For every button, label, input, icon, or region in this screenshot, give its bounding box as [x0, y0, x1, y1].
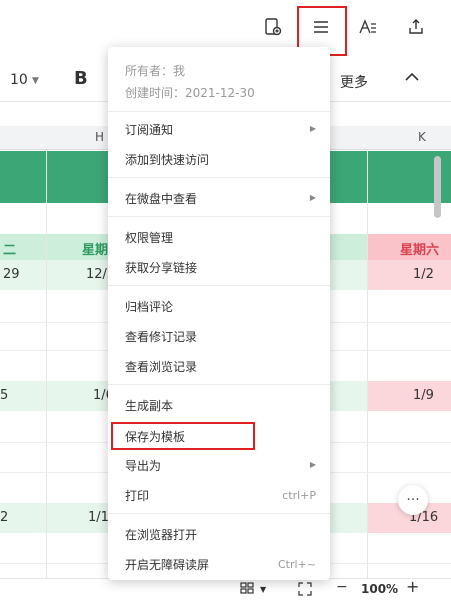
document-menu: 所有者：我 创建时间：2021-12-30 订阅通知 ▶ 添加到快速访问 在微盘… [108, 47, 330, 580]
date-cell[interactable]: 5 [0, 388, 8, 403]
menu-item-share-link[interactable]: 获取分享链接 [108, 253, 330, 281]
date-cell[interactable]: 1/1 [88, 510, 109, 525]
weekday-cell[interactable]: 二 [3, 239, 16, 258]
menu-item-label: 打印 [125, 488, 150, 503]
menu-divider [108, 513, 330, 514]
menu-item-label: 获取分享链接 [125, 260, 198, 275]
chevron-right-icon: ▶ [309, 460, 316, 469]
menu-item-label: 生成副本 [125, 398, 174, 413]
menu-item-permissions[interactable]: 权限管理 [108, 223, 330, 251]
weekday-cell[interactable]: 星期 [82, 239, 108, 258]
column-header-h[interactable]: H [95, 130, 104, 144]
menu-divider [108, 177, 330, 178]
menu-item-print[interactable]: 打印 ctrl+P [108, 481, 330, 509]
bottom-bar: ▼ − 100% + [0, 577, 451, 600]
vertical-scrollbar[interactable] [434, 156, 441, 218]
export-icon[interactable] [401, 12, 431, 42]
menu-item-open-in-browser[interactable]: 在浏览器打开 [108, 520, 330, 548]
menu-created-info: 创建时间：2021-12-30 [125, 86, 255, 100]
zoom-in-button[interactable]: + [406, 577, 419, 596]
grid-line [46, 150, 47, 578]
chevron-down-icon[interactable]: ▼ [32, 76, 39, 86]
menu-item-label: 在浏览器打开 [125, 527, 198, 542]
save-template-highlight [111, 422, 255, 450]
chevron-down-icon[interactable]: ▼ [260, 585, 266, 594]
menu-item-label: 在微盘中查看 [125, 191, 198, 206]
menu-item-screen-reader[interactable]: 开启无障碍读屏 Ctrl+~ [108, 550, 330, 578]
weekday-cell[interactable]: 星期六 [400, 239, 439, 258]
menu-item-export[interactable]: 导出为 ▶ [108, 451, 330, 479]
menu-item-view-history[interactable]: 查看浏览记录 [108, 352, 330, 380]
menu-item-label: 导出为 [125, 458, 162, 473]
collapse-toolbar-icon[interactable] [405, 70, 419, 86]
view-mode-icon[interactable] [240, 582, 254, 597]
menu-item-make-copy[interactable]: 生成副本 [108, 391, 330, 419]
chevron-down-icon[interactable]: ▼ [358, 76, 365, 86]
date-cell[interactable]: 29 [3, 267, 20, 282]
menu-divider [108, 384, 330, 385]
menu-divider [108, 216, 330, 217]
menu-item-label: 查看修订记录 [125, 329, 198, 344]
menu-item-quick-access[interactable]: 添加到快速访问 [108, 145, 330, 173]
chevron-right-icon: ▶ [309, 193, 316, 202]
chevron-right-icon: ▶ [309, 124, 316, 133]
more-options-icon[interactable]: ··· [398, 485, 428, 515]
share-doc-icon[interactable] [258, 12, 288, 42]
saturday-cell[interactable] [367, 381, 451, 411]
zoom-level[interactable]: 100% [361, 582, 398, 596]
menu-shortcut: Ctrl+~ [277, 557, 316, 571]
menu-item-label: 权限管理 [125, 230, 174, 245]
menu-item-label: 查看浏览记录 [125, 359, 198, 374]
column-header-k[interactable]: K [418, 130, 426, 144]
menu-item-label: 开启无障碍读屏 [125, 557, 210, 572]
saturday-cell[interactable] [367, 260, 451, 290]
menu-divider [108, 285, 330, 286]
date-cell[interactable]: 1/9 [413, 388, 434, 403]
menu-item-archive-comments[interactable]: 归档评论 [108, 292, 330, 320]
menu-shortcut: ctrl+P [282, 488, 316, 502]
fit-screen-icon[interactable] [298, 582, 312, 599]
grid-line [367, 150, 368, 578]
date-cell[interactable]: 1/2 [413, 267, 434, 282]
menu-divider [108, 111, 330, 112]
menu-item-subscribe[interactable]: 订阅通知 ▶ [108, 115, 330, 143]
font-size-select[interactable]: 10 [10, 72, 28, 88]
menu-owner-info: 所有者：我 [125, 64, 186, 78]
menu-item-label: 归档评论 [125, 299, 174, 314]
menu-item-label: 添加到快速访问 [125, 152, 210, 167]
menu-item-label: 订阅通知 [125, 122, 174, 137]
bold-button[interactable]: B [74, 68, 88, 89]
date-cell[interactable]: 2 [0, 510, 8, 525]
menu-item-view-in-drive[interactable]: 在微盘中查看 ▶ [108, 184, 330, 212]
zoom-out-button[interactable]: − [336, 579, 348, 595]
text-format-icon[interactable] [353, 12, 383, 42]
menu-item-revision-history[interactable]: 查看修订记录 [108, 322, 330, 350]
